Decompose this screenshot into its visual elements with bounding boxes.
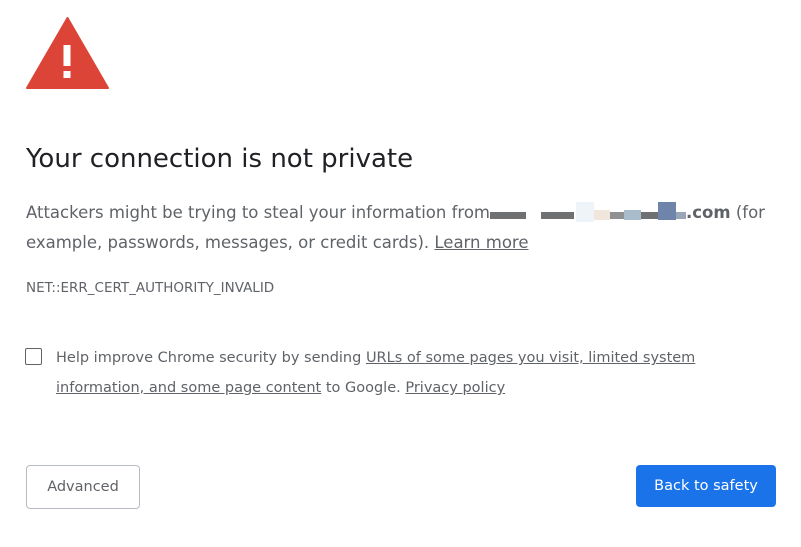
back-to-safety-button[interactable]: Back to safety <box>636 465 776 507</box>
advanced-button[interactable]: Advanced <box>26 465 140 509</box>
redacted-domain <box>490 200 686 222</box>
learn-more-link[interactable]: Learn more <box>434 233 528 252</box>
warning-triangle-icon <box>26 17 109 89</box>
error-code: NET::ERR_CERT_AUTHORITY_INVALID <box>26 280 275 296</box>
domain-suffix: .com <box>686 203 731 222</box>
privacy-policy-link[interactable]: Privacy policy <box>405 380 505 396</box>
explanation-text: Attackers might be trying to steal your … <box>26 198 786 257</box>
explanation-prefix: Attackers might be trying to steal your … <box>26 203 490 222</box>
improve-security-checkbox[interactable] <box>25 348 42 365</box>
optin-text-middle: to Google. <box>325 380 401 396</box>
optin-text-prefix: Help improve Chrome security by sending <box>56 350 362 366</box>
improve-security-text: Help improve Chrome security by sending … <box>56 343 776 403</box>
page-title: Your connection is not private <box>26 144 414 174</box>
